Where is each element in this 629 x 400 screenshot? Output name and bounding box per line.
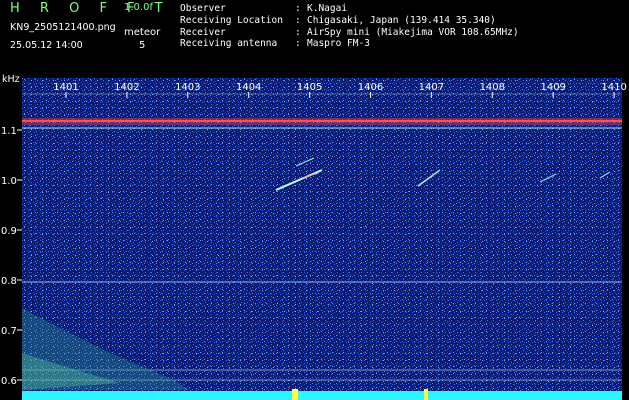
freq-tick-label: 0.9: [1, 226, 17, 237]
time-tick-label: 1402: [114, 82, 139, 93]
meteor-count: 5: [139, 40, 146, 51]
info-label: Receiving Location: [180, 14, 283, 26]
date-time: 25.05.12 14:00: [10, 40, 83, 51]
info-row-receiver: Receiver: AirSpy mini (Miakejima VOR 108.…: [180, 26, 519, 38]
freq-tick-label: 0.6: [1, 376, 17, 387]
freq-tick-label: 0.7: [1, 326, 17, 337]
time-tick-label: 1401: [53, 82, 78, 93]
freq-axis: 1.1 1.0 0.9 0.8 0.7 0.6: [1, 126, 22, 387]
time-tick-label: 1407: [419, 82, 444, 93]
file-name: KN9_2505121400.png: [10, 22, 116, 33]
time-tick-label: 1408: [480, 82, 505, 93]
freq-tick-label: 1.1: [1, 126, 17, 137]
version-label: 1.0.0f: [124, 2, 153, 13]
info-row-location: Receiving Location: Chigasaki, Japan (139…: [180, 14, 496, 26]
info-value: AirSpy mini (Miakejima VOR 108.65MHz): [307, 26, 519, 38]
meteor-label: meteor: [124, 27, 161, 38]
freq-tick-label: 0.8: [1, 276, 17, 287]
info-label: Observer: [180, 3, 226, 14]
time-tick-label: 1406: [358, 82, 383, 93]
info-label: Receiving antenna: [180, 38, 278, 50]
time-tick-label: 1403: [175, 82, 200, 93]
spectrogram: 1401 1402 1403 1404 1405 1406 1407 1408 1409 1410…: [1, 78, 627, 400]
info-row-antenna: Receiving antenna: Maspro FM-3: [180, 38, 370, 50]
header-panel: H R O F F T 1.0.0f KN9_2505121400.png me…: [0, 0, 629, 78]
station-info: Observer: K.Nagai Receiving Location: Chig…: [180, 3, 519, 50]
info-label: Receiver: [180, 26, 226, 38]
info-value: Chigasaki, Japan (139.414 35.340): [307, 14, 496, 26]
freq-tick-label: 1.0: [1, 176, 17, 187]
time-tick-label: 1409: [540, 82, 565, 93]
info-row-observer: Observer: K.Nagai: [180, 3, 348, 14]
baseline-band: [22, 391, 622, 400]
time-tick-label: 1405: [297, 82, 322, 93]
time-tick-label: 1410: [601, 82, 626, 93]
time-tick-label: 1404: [236, 82, 261, 93]
info-value: K.Nagai: [307, 3, 348, 14]
info-value: Maspro FM-3: [307, 38, 370, 50]
